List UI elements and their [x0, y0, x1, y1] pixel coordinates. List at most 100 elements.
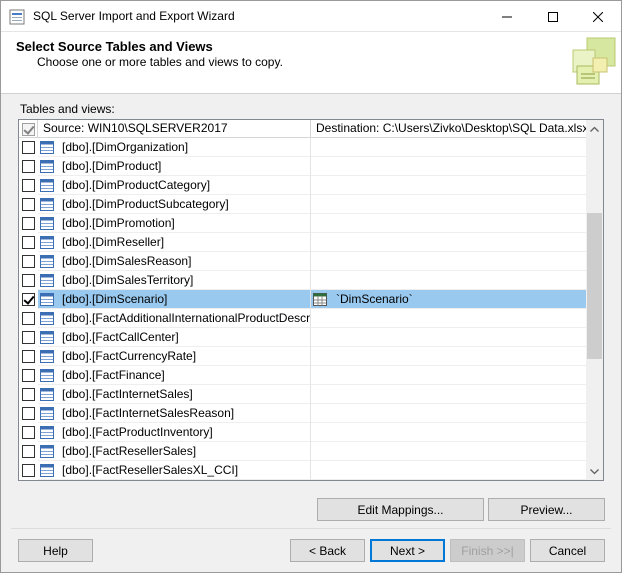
destination-cell[interactable]: `DimScenario`: [311, 290, 586, 309]
row-checkbox[interactable]: [22, 255, 35, 268]
row-checkbox[interactable]: [22, 236, 35, 249]
row-checkbox-cell[interactable]: [19, 195, 38, 214]
row-checkbox-cell[interactable]: [19, 271, 38, 290]
table-row[interactable]: [dbo].[FactResellerSales]: [19, 442, 586, 461]
row-checkbox-cell[interactable]: [19, 309, 38, 328]
maximize-button[interactable]: [530, 1, 576, 32]
table-row[interactable]: [dbo].[FactInternetSalesReason]: [19, 404, 586, 423]
row-checkbox-cell[interactable]: [19, 157, 38, 176]
source-cell[interactable]: [dbo].[DimProductCategory]: [38, 176, 311, 195]
source-cell[interactable]: [dbo].[FactInternetSalesReason]: [38, 404, 311, 423]
destination-cell[interactable]: [311, 157, 586, 176]
destination-cell[interactable]: [311, 271, 586, 290]
scroll-down-button[interactable]: [586, 463, 603, 480]
help-button[interactable]: Help: [18, 539, 93, 562]
source-cell[interactable]: [dbo].[FactResellerSales]: [38, 442, 311, 461]
source-cell[interactable]: [dbo].[FactCurrencyRate]: [38, 347, 311, 366]
scroll-thumb[interactable]: [587, 213, 602, 359]
select-all-cell[interactable]: [19, 120, 38, 138]
preview-button[interactable]: Preview...: [488, 498, 605, 521]
row-checkbox-cell[interactable]: [19, 347, 38, 366]
source-cell[interactable]: [dbo].[DimReseller]: [38, 233, 311, 252]
row-checkbox[interactable]: [22, 331, 35, 344]
select-all-checkbox[interactable]: [21, 122, 35, 136]
destination-cell[interactable]: [311, 309, 586, 328]
destination-cell[interactable]: [311, 366, 586, 385]
cancel-button[interactable]: Cancel: [530, 539, 605, 562]
table-row[interactable]: [dbo].[FactAdditionalInternationalProduc…: [19, 309, 586, 328]
scroll-up-button[interactable]: [586, 120, 603, 137]
row-checkbox[interactable]: [22, 407, 35, 420]
row-checkbox-cell[interactable]: [19, 328, 38, 347]
row-checkbox[interactable]: [22, 350, 35, 363]
row-checkbox[interactable]: [22, 426, 35, 439]
destination-cell[interactable]: [311, 138, 586, 157]
row-checkbox-cell[interactable]: [19, 290, 38, 309]
title-bar[interactable]: SQL Server Import and Export Wizard: [1, 1, 621, 32]
row-checkbox[interactable]: [22, 464, 35, 477]
row-checkbox-cell[interactable]: [19, 252, 38, 271]
table-row[interactable]: [dbo].[FactInternetSales]: [19, 385, 586, 404]
table-row[interactable]: [dbo].[FactResellerSalesXL_CCI]: [19, 461, 586, 480]
row-checkbox-cell[interactable]: [19, 214, 38, 233]
source-cell[interactable]: [dbo].[FactInternetSales]: [38, 385, 311, 404]
table-row[interactable]: [dbo].[FactFinance]: [19, 366, 586, 385]
source-cell[interactable]: [dbo].[DimPromotion]: [38, 214, 311, 233]
table-row[interactable]: [dbo].[DimProductSubcategory]: [19, 195, 586, 214]
row-checkbox-cell[interactable]: [19, 176, 38, 195]
source-cell[interactable]: [dbo].[DimSalesTerritory]: [38, 271, 311, 290]
source-cell[interactable]: [dbo].[FactAdditionalInternationalProduc…: [38, 309, 311, 328]
table-row[interactable]: [dbo].[DimSalesReason]: [19, 252, 586, 271]
row-checkbox-cell[interactable]: [19, 138, 38, 157]
row-checkbox[interactable]: [22, 141, 35, 154]
source-column-header[interactable]: Source: WIN10\SQLSERVER2017: [38, 120, 311, 138]
table-row[interactable]: [dbo].[FactCurrencyRate]: [19, 347, 586, 366]
destination-cell[interactable]: [311, 176, 586, 195]
source-cell[interactable]: [dbo].[FactResellerSalesXL_CCI]: [38, 461, 311, 480]
source-cell[interactable]: [dbo].[FactFinance]: [38, 366, 311, 385]
table-row[interactable]: [dbo].[DimReseller]: [19, 233, 586, 252]
table-row[interactable]: [dbo].[FactProductInventory]: [19, 423, 586, 442]
destination-cell[interactable]: [311, 423, 586, 442]
row-checkbox-cell[interactable]: [19, 385, 38, 404]
row-checkbox[interactable]: [22, 388, 35, 401]
source-cell[interactable]: [dbo].[DimScenario]: [38, 290, 311, 309]
vertical-scrollbar[interactable]: [586, 120, 603, 480]
table-row[interactable]: [dbo].[FactCallCenter]: [19, 328, 586, 347]
destination-cell[interactable]: [311, 233, 586, 252]
finish-button[interactable]: Finish >>|: [450, 539, 525, 562]
destination-cell[interactable]: [311, 214, 586, 233]
destination-cell[interactable]: [311, 252, 586, 271]
table-row[interactable]: [dbo].[DimPromotion]: [19, 214, 586, 233]
row-checkbox[interactable]: [22, 198, 35, 211]
row-checkbox[interactable]: [22, 312, 35, 325]
destination-cell[interactable]: [311, 328, 586, 347]
destination-cell[interactable]: [311, 195, 586, 214]
destination-column-header[interactable]: Destination: C:\Users\Zivko\Desktop\SQL …: [311, 120, 586, 138]
row-checkbox[interactable]: [22, 274, 35, 287]
table-row[interactable]: [dbo].[DimProductCategory]: [19, 176, 586, 195]
row-checkbox[interactable]: [22, 179, 35, 192]
row-checkbox[interactable]: [22, 369, 35, 382]
destination-cell[interactable]: [311, 442, 586, 461]
table-row[interactable]: [dbo].[DimSalesTerritory]: [19, 271, 586, 290]
row-checkbox[interactable]: [22, 445, 35, 458]
source-cell[interactable]: [dbo].[DimSalesReason]: [38, 252, 311, 271]
minimize-button[interactable]: [484, 1, 530, 32]
row-checkbox-cell[interactable]: [19, 442, 38, 461]
next-button[interactable]: Next >: [370, 539, 445, 562]
source-cell[interactable]: [dbo].[DimProductSubcategory]: [38, 195, 311, 214]
source-cell[interactable]: [dbo].[FactProductInventory]: [38, 423, 311, 442]
destination-cell[interactable]: [311, 385, 586, 404]
row-checkbox-cell[interactable]: [19, 461, 38, 480]
close-button[interactable]: [575, 1, 621, 32]
row-checkbox-cell[interactable]: [19, 423, 38, 442]
table-row[interactable]: [dbo].[DimScenario] `DimScenario`: [19, 290, 586, 309]
destination-cell[interactable]: [311, 347, 586, 366]
row-checkbox-cell[interactable]: [19, 404, 38, 423]
row-checkbox[interactable]: [22, 160, 35, 173]
row-checkbox-cell[interactable]: [19, 366, 38, 385]
row-checkbox-cell[interactable]: [19, 233, 38, 252]
edit-mappings-button[interactable]: Edit Mappings...: [317, 498, 484, 521]
source-cell[interactable]: [dbo].[DimOrganization]: [38, 138, 311, 157]
